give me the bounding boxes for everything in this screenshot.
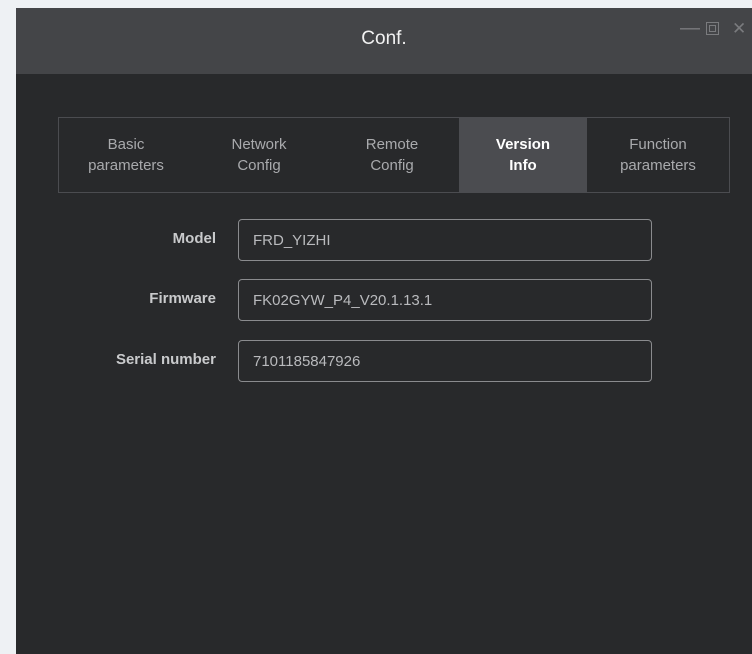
firmware-row: Firmware xyxy=(58,279,678,321)
serial-number-row: Serial number xyxy=(58,340,678,382)
tab-bar: Basic parameters Network Config Remote C… xyxy=(58,117,730,193)
config-window: Conf. — ✕ Basic parameters Network Confi… xyxy=(16,8,752,654)
tab-remote-config[interactable]: Remote Config xyxy=(325,118,459,192)
tab-function-parameters[interactable]: Function parameters xyxy=(587,118,729,192)
title-bar: Conf. — ✕ xyxy=(16,8,752,74)
firmware-label: Firmware xyxy=(149,290,216,307)
serial-number-label: Serial number xyxy=(115,351,216,368)
minimize-icon[interactable]: — xyxy=(680,18,700,38)
model-field[interactable] xyxy=(238,219,652,261)
maximize-icon[interactable] xyxy=(706,22,719,35)
close-icon[interactable]: ✕ xyxy=(732,20,746,37)
tab-network-config[interactable]: Network Config xyxy=(193,118,325,192)
window-title: Conf. xyxy=(361,28,407,49)
serial-number-field[interactable] xyxy=(238,340,652,382)
firmware-field[interactable] xyxy=(238,279,652,321)
tab-version-info[interactable]: Version Info xyxy=(459,118,587,192)
tab-basic-parameters[interactable]: Basic parameters xyxy=(59,118,193,192)
model-row: Model xyxy=(58,219,678,261)
model-label: Model xyxy=(172,230,216,247)
